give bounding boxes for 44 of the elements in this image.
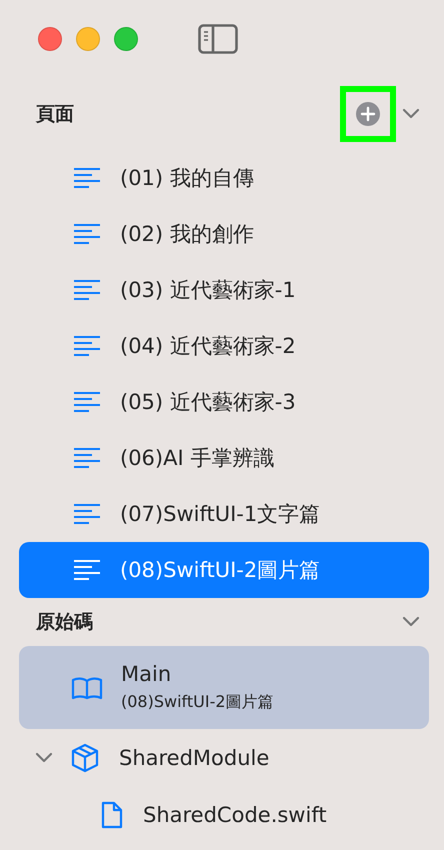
page-item[interactable]: (05) 近代藝術家-3 xyxy=(19,374,429,430)
page-title: (06)AI 手掌辨識 xyxy=(120,445,274,472)
page-title: (04) 近代藝術家-2 xyxy=(120,333,296,360)
page-item[interactable]: (04) 近代藝術家-2 xyxy=(19,318,429,374)
item-title: SharedModule xyxy=(119,746,270,770)
page-item[interactable]: (08)SwiftUI-2圖片篇 xyxy=(19,542,429,598)
page-item[interactable]: (02) 我的創作 xyxy=(19,206,429,262)
page-title: (01) 我的自傳 xyxy=(120,165,254,192)
cube-icon xyxy=(71,743,99,773)
book-icon xyxy=(71,676,103,700)
plus-icon xyxy=(355,101,381,127)
item-title: Main xyxy=(121,662,172,686)
source-item[interactable]: Main (08)SwiftUI-2圖片篇 xyxy=(19,646,429,729)
collapse-chevron-icon[interactable] xyxy=(402,108,420,120)
page-title: (03) 近代藝術家-1 xyxy=(120,277,296,304)
item-subtitle: (08)SwiftUI-2圖片篇 xyxy=(121,692,274,713)
text-lines-icon xyxy=(74,167,100,189)
text-lines-icon xyxy=(74,223,100,245)
text-lines-icon xyxy=(74,503,100,525)
text-lines-icon xyxy=(74,447,100,469)
text-lines-icon xyxy=(74,335,100,357)
section-title: 原始碼 xyxy=(36,610,94,635)
source-item[interactable]: SharedCode.swift xyxy=(19,787,429,843)
window-zoom-button[interactable] xyxy=(114,27,138,51)
text-lines-icon xyxy=(74,559,100,581)
page-item[interactable]: (01) 我的自傳 xyxy=(19,150,429,206)
section-title: 頁面 xyxy=(36,102,75,127)
collapse-chevron-icon[interactable] xyxy=(402,616,420,628)
page-title: (05) 近代藝術家-3 xyxy=(120,389,296,416)
page-title: (07)SwiftUI-1文字篇 xyxy=(120,501,320,528)
sidebar-toggle-icon[interactable] xyxy=(198,24,238,54)
page-item[interactable]: (06)AI 手掌辨識 xyxy=(19,430,429,486)
add-page-button[interactable] xyxy=(340,86,396,142)
page-title: (02) 我的創作 xyxy=(120,221,254,248)
text-lines-icon xyxy=(74,391,100,413)
document-icon xyxy=(101,801,123,829)
source-item[interactable]: SharedModule xyxy=(19,729,429,787)
disclosure-chevron-icon[interactable] xyxy=(35,752,53,764)
window-close-button[interactable] xyxy=(38,27,62,51)
page-title: (08)SwiftUI-2圖片篇 xyxy=(120,557,320,584)
page-item[interactable]: (07)SwiftUI-1文字篇 xyxy=(19,486,429,542)
page-item[interactable]: (03) 近代藝術家-1 xyxy=(19,262,429,318)
item-title: SharedCode.swift xyxy=(143,803,327,827)
text-lines-icon xyxy=(74,279,100,301)
